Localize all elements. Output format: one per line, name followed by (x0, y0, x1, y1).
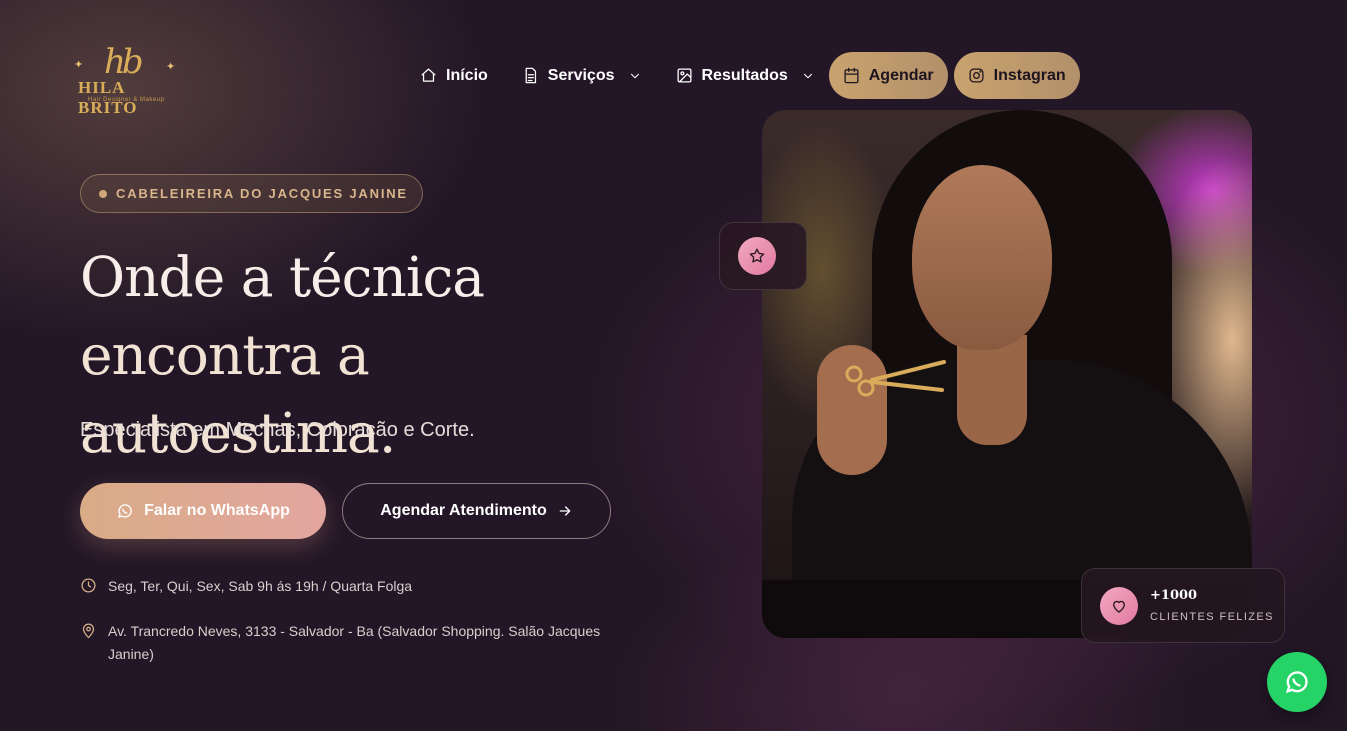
calendar-icon (844, 67, 859, 84)
agendar-button[interactable]: Agendar (828, 52, 948, 99)
image-icon (676, 68, 692, 83)
clock-icon (81, 578, 96, 593)
clients-label: CLIENTES FELIZES (1150, 611, 1274, 623)
hero-badge: CABELEIREIRA DO JACQUES JANINE (80, 174, 423, 213)
logo-tagline: Hair Designer & Makeup (88, 97, 165, 103)
nav-item-label: Início (446, 66, 488, 84)
whatsapp-icon (118, 504, 132, 519)
arrow-right-icon (559, 506, 571, 516)
clients-count: +1000 (1150, 588, 1198, 603)
star-card (719, 222, 807, 290)
agendar-label: Agendar (868, 66, 934, 84)
nav-item-label: Resultados (701, 66, 788, 84)
heart-icon (1113, 600, 1125, 613)
schedule-cta-button[interactable]: Agendar Atendimento (342, 483, 611, 539)
nav-item-servicos[interactable]: Serviços (522, 52, 642, 99)
badge-text: CABELEIREIRA DO JACQUES JANINE (116, 186, 408, 201)
hero-subtitle: Especialista em Mechas, Coloração e Cort… (80, 419, 475, 441)
happy-clients-card: +1000 CLIENTES FELIZES (1081, 568, 1285, 643)
opening-hours: Seg, Ter, Qui, Sex, Sab 9h ás 19h / Quar… (80, 575, 412, 598)
map-pin-icon (82, 623, 95, 639)
badge-dot-icon (99, 189, 107, 198)
schedule-cta-label: Agendar Atendimento (380, 502, 547, 519)
logo-monogram: hb (104, 42, 144, 82)
whatsapp-cta-label: Falar no WhatsApp (144, 502, 290, 519)
brand-logo[interactable]: ✦ ✦ hb HILA BRITO Hair Designer & Makeup (66, 42, 184, 117)
sparkle-icon: ✦ (166, 61, 176, 73)
instagram-label: Instagran (993, 66, 1066, 84)
scissors-icon (845, 360, 946, 397)
address-text: Av. Trancredo Neves, 3133 - Salvador - B… (108, 623, 601, 662)
home-icon (421, 68, 436, 82)
main-navigation: Início Serviços Resultados Agendar Insta… (420, 52, 1080, 99)
photo-face-shape (912, 165, 1052, 350)
whatsapp-cta-button[interactable]: Falar no WhatsApp (80, 483, 326, 539)
nav-item-label: Serviços (547, 66, 615, 84)
hero-title-line2: encontra a autoestima. (80, 323, 396, 465)
clients-stat: +1000 CLIENTES FELIZES (1150, 588, 1274, 623)
stylist-photo (762, 110, 1252, 638)
heart-circle (1100, 586, 1138, 625)
whatsapp-icon (1285, 671, 1308, 694)
address: Av. Trancredo Neves, 3133 - Salvador - B… (80, 620, 640, 666)
opening-hours-text: Seg, Ter, Qui, Sex, Sab 9h ás 19h / Quar… (108, 578, 413, 594)
star-circle (738, 237, 776, 275)
hero-title-line1: Onde a técnica (80, 245, 485, 309)
sparkle-icon: ✦ (74, 59, 84, 71)
nav-item-inicio[interactable]: Início (420, 52, 488, 99)
nav-item-resultados[interactable]: Resultados (676, 52, 815, 99)
star-icon (749, 248, 765, 263)
whatsapp-floating-button[interactable] (1267, 652, 1327, 712)
chevron-down-icon (803, 73, 812, 78)
chevron-down-icon (630, 73, 639, 78)
instagram-icon (969, 68, 984, 83)
document-icon (525, 67, 536, 84)
instagram-button[interactable]: Instagran (953, 52, 1080, 99)
photo-neck-shape (957, 335, 1027, 445)
